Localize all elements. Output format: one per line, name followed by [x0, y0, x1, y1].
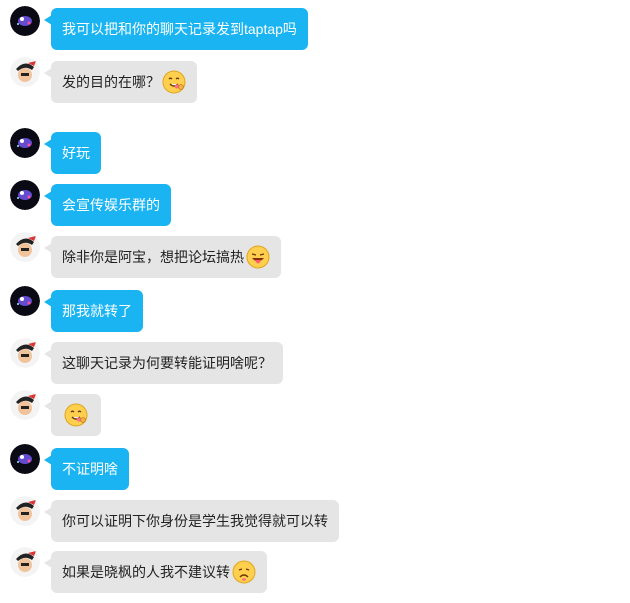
message-bubble[interactable]: 如果是晓枫的人我不建议转 — [44, 551, 267, 593]
message-text: 好玩 — [62, 145, 90, 161]
message-text: 你可以证明下你身份是学生我觉得就可以转 — [62, 513, 328, 529]
message-text: 发的目的在哪？ — [62, 74, 160, 90]
bubble-tail — [44, 68, 52, 78]
yum-emoji-icon — [162, 70, 186, 94]
message-bubble[interactable]: 我可以把和你的聊天记录发到taptap吗 — [44, 8, 308, 50]
tongue-emoji-icon — [246, 245, 270, 269]
message-text: 如果是晓枫的人我不建议转 — [62, 564, 230, 580]
message-text: 会宣传娱乐群的 — [62, 197, 160, 213]
message-bubble[interactable]: 这聊天记录为何要转能证明啥呢？ — [44, 342, 283, 384]
message-bubble[interactable] — [44, 394, 101, 436]
bubble-tail — [44, 139, 52, 149]
other-avatar[interactable] — [10, 496, 40, 526]
sad-emoji-icon — [232, 560, 256, 584]
message-text: 除非你是阿宝，想把论坛搞热 — [62, 249, 244, 265]
bubble-tail — [44, 558, 52, 568]
self-avatar[interactable] — [10, 444, 40, 474]
other-avatar[interactable] — [10, 338, 40, 368]
message-bubble[interactable]: 你可以证明下你身份是学生我觉得就可以转 — [44, 500, 339, 542]
yum-emoji-icon — [64, 403, 88, 427]
self-avatar[interactable] — [10, 6, 40, 36]
bubble-tail — [44, 507, 52, 517]
bubble-tail — [44, 297, 52, 307]
message-text: 那我就转了 — [62, 303, 132, 319]
bubble-tail — [44, 455, 52, 465]
bubble-tail — [44, 15, 52, 25]
message-bubble[interactable]: 发的目的在哪？ — [44, 61, 197, 103]
other-avatar[interactable] — [10, 232, 40, 262]
bubble-tail — [44, 243, 52, 253]
message-text: 我可以把和你的聊天记录发到taptap吗 — [62, 21, 297, 37]
message-bubble[interactable]: 除非你是阿宝，想把论坛搞热 — [44, 236, 281, 278]
message-bubble[interactable]: 好玩 — [44, 132, 101, 174]
message-bubble[interactable]: 那我就转了 — [44, 290, 143, 332]
self-avatar[interactable] — [10, 128, 40, 158]
bubble-tail — [44, 401, 52, 411]
message-bubble[interactable]: 会宣传娱乐群的 — [44, 184, 171, 226]
other-avatar[interactable] — [10, 57, 40, 87]
message-text: 不证明啥 — [62, 461, 118, 477]
bubble-tail — [44, 191, 52, 201]
self-avatar[interactable] — [10, 180, 40, 210]
other-avatar[interactable] — [10, 390, 40, 420]
bubble-tail — [44, 349, 52, 359]
self-avatar[interactable] — [10, 286, 40, 316]
message-bubble[interactable]: 不证明啥 — [44, 448, 129, 490]
message-text: 这聊天记录为何要转能证明啥呢？ — [62, 355, 272, 371]
other-avatar[interactable] — [10, 547, 40, 577]
